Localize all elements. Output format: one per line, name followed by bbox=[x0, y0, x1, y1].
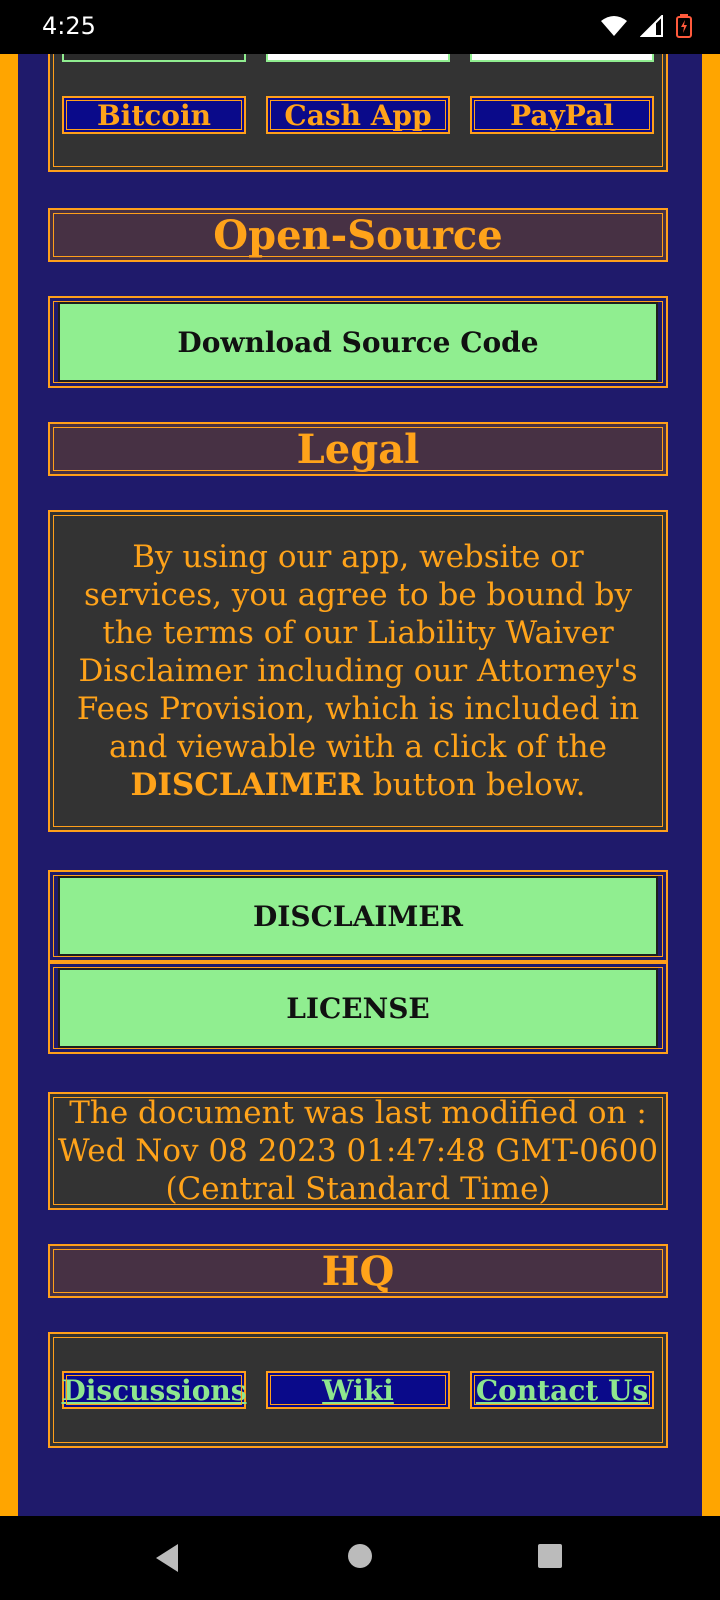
discussions-link[interactable]: Discussions bbox=[61, 1371, 247, 1409]
legal-heading-box: Legal bbox=[48, 422, 668, 476]
last-modified-panel: The document was last modified on : Wed … bbox=[48, 1092, 668, 1210]
content-column: Bitcoin Cash App PayPal Open-Source Down… bbox=[18, 54, 702, 1516]
left-border bbox=[0, 54, 18, 1516]
navigation-bar bbox=[0, 1516, 720, 1600]
legal-text-bold: DISCLAIMER bbox=[130, 767, 363, 803]
last-modified-text: The document was last modified on : Wed … bbox=[57, 1095, 659, 1207]
legal-heading: Legal bbox=[296, 425, 420, 473]
battery-icon bbox=[676, 14, 692, 38]
license-button[interactable]: LICENSE bbox=[58, 968, 658, 1048]
hq-heading-box: HQ bbox=[48, 1244, 668, 1298]
paypal-button[interactable]: PayPal bbox=[470, 96, 654, 134]
donate-image[interactable] bbox=[266, 54, 450, 62]
disclaimer-button[interactable]: DISCLAIMER bbox=[58, 876, 658, 956]
home-icon[interactable] bbox=[346, 1542, 374, 1570]
donate-images-row bbox=[62, 54, 654, 62]
page-content: Bitcoin Cash App PayPal Open-Source Down… bbox=[0, 54, 720, 1516]
legal-text-main: By using our app, website or services, y… bbox=[76, 539, 640, 765]
download-source-code-button[interactable]: Download Source Code bbox=[58, 302, 658, 382]
legal-text-end: button below. bbox=[362, 767, 586, 803]
wiki-link[interactable]: Wiki bbox=[266, 1371, 450, 1409]
disclaimer-panel: DISCLAIMER bbox=[48, 870, 668, 962]
donate-panel: Bitcoin Cash App PayPal bbox=[48, 54, 668, 172]
signal-icon bbox=[640, 15, 663, 37]
recents-icon[interactable] bbox=[536, 1542, 564, 1570]
back-icon[interactable] bbox=[152, 1542, 182, 1574]
legal-disclaimer-text: By using our app, website or services, y… bbox=[62, 538, 654, 804]
donate-image[interactable] bbox=[470, 54, 654, 62]
bitcoin-button[interactable]: Bitcoin bbox=[62, 96, 246, 134]
legal-text-panel: By using our app, website or services, y… bbox=[48, 510, 668, 832]
open-source-heading: Open-Source bbox=[213, 211, 503, 259]
status-icons bbox=[600, 14, 692, 38]
status-time: 4:25 bbox=[42, 12, 96, 40]
contact-us-link[interactable]: Contact Us bbox=[470, 1371, 654, 1409]
open-source-heading-box: Open-Source bbox=[48, 208, 668, 262]
donate-image[interactable] bbox=[62, 54, 246, 62]
wifi-icon bbox=[601, 16, 627, 36]
download-source-panel: Download Source Code bbox=[48, 296, 668, 388]
license-panel: LICENSE bbox=[48, 962, 668, 1054]
status-bar: 4:25 bbox=[0, 0, 720, 54]
hq-heading: HQ bbox=[321, 1247, 395, 1295]
cash-app-button[interactable]: Cash App bbox=[266, 96, 450, 134]
right-border bbox=[702, 54, 720, 1516]
hq-links-panel: Discussions Wiki Contact Us bbox=[48, 1332, 668, 1448]
